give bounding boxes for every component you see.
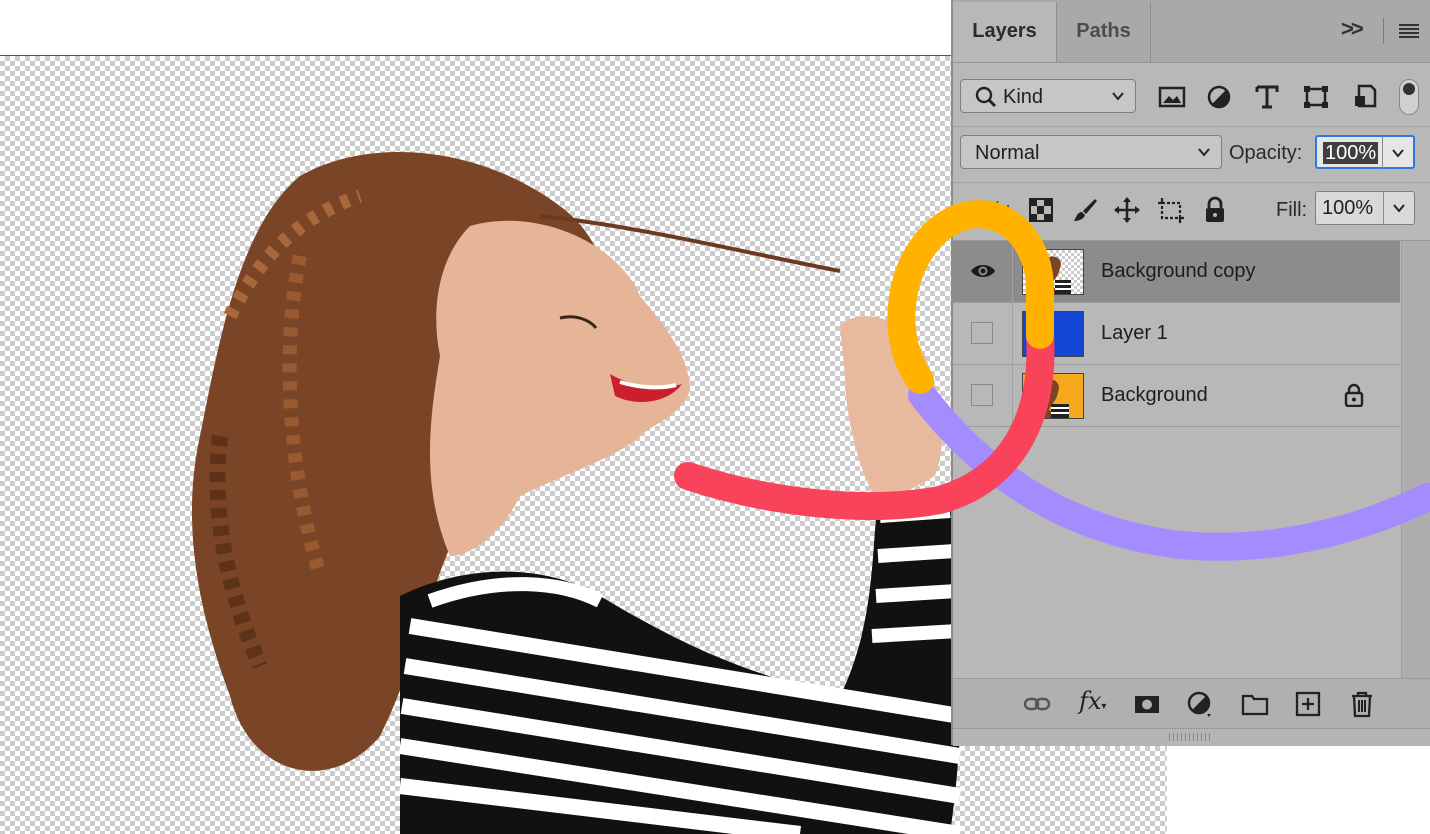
tab-paths[interactable]: Paths [1057,2,1151,62]
filter-kind-select[interactable]: Kind [960,79,1136,113]
fill-label: Fill: [1276,199,1308,221]
filter-row: Kind [953,62,1430,127]
fill-dropdown[interactable] [1383,192,1414,224]
visibility-empty-box [971,322,993,344]
blend-mode-select[interactable]: Normal [960,135,1222,169]
layer-lock-icon[interactable] [1343,383,1365,407]
visibility-toggle[interactable] [953,241,1013,302]
visibility-empty-box [971,384,993,406]
lock-label: Lock: [963,199,1011,221]
layer-thumbnail [1022,249,1084,295]
blend-row: Normal Opacity: 100% [953,126,1430,183]
shape-filter-icon[interactable] [1302,84,1330,110]
opacity-input[interactable]: 100% [1315,135,1415,169]
layer-name: Background copy [1101,260,1256,282]
type-filter-icon[interactable] [1253,84,1281,110]
collapse-panel-icon[interactable]: >> [1341,16,1364,42]
chevron-down-icon [1112,92,1124,101]
lock-position-icon[interactable] [1113,196,1141,224]
lock-all-icon[interactable] [1201,196,1229,224]
new-group-icon[interactable] [1241,690,1269,718]
layer-row-background-copy[interactable]: Background copy [953,241,1400,303]
hand [840,316,943,506]
visibility-toggle[interactable] [953,303,1013,364]
tab-separator [1383,18,1384,44]
opacity-dropdown[interactable] [1382,137,1413,169]
smart-object-filter-icon[interactable] [1351,84,1379,110]
layer-list: Background copy Layer 1 Background [953,241,1430,678]
filter-kind-value: Kind [1003,86,1044,108]
search-icon [975,86,997,108]
new-layer-icon[interactable] [1294,690,1322,718]
adjustment-layer-icon[interactable] [1185,690,1213,718]
chevron-down-icon [1198,148,1210,157]
adjustment-filter-icon[interactable] [1205,84,1233,110]
opacity-value: 100% [1323,142,1379,164]
layer-thumbnail [1022,373,1084,419]
panel-menu-icon[interactable] [1399,24,1419,38]
visibility-toggle[interactable] [953,365,1013,426]
link-layers-icon[interactable] [1023,690,1051,718]
fill-value: 100% [1322,197,1374,219]
layer-name: Layer 1 [1101,322,1168,344]
layer-list-scrollbar[interactable] [1401,241,1430,678]
lock-artboard-icon[interactable] [1157,196,1185,224]
layer-thumbnail [1022,311,1084,357]
layer-row-layer-1[interactable]: Layer 1 [953,303,1400,365]
chevron-down-icon [1393,204,1405,213]
lock-image-pixels-icon[interactable] [1071,196,1099,224]
fill-input[interactable]: 100% [1315,191,1415,225]
filter-toggle[interactable] [1399,79,1419,115]
layers-bottom-bar: fx▾ [953,678,1430,729]
fx-label: fx [1079,687,1102,715]
fx-icon[interactable]: fx▾ [1079,687,1107,715]
blend-mode-value: Normal [975,142,1040,164]
add-mask-icon[interactable] [1133,690,1161,718]
lock-transparent-pixels-icon[interactable] [1027,196,1055,224]
panel-tab-bar: Layers Paths >> [953,0,1430,63]
image-filter-icon[interactable] [1158,84,1186,110]
opacity-label: Opacity: [1229,142,1303,164]
tab-layers[interactable]: Layers [953,2,1057,62]
panel-resize-grip[interactable] [953,728,1430,746]
eye-icon [971,265,995,277]
layer-name: Background [1101,384,1208,406]
lock-row: Lock: Fill: 100% [953,182,1430,241]
layer-row-background[interactable]: Background [953,365,1400,427]
layers-panel: Layers Paths >> Kind Normal Opacity: 100… [951,0,1430,746]
chevron-down-icon [1392,149,1404,158]
delete-layer-icon[interactable] [1348,690,1376,718]
